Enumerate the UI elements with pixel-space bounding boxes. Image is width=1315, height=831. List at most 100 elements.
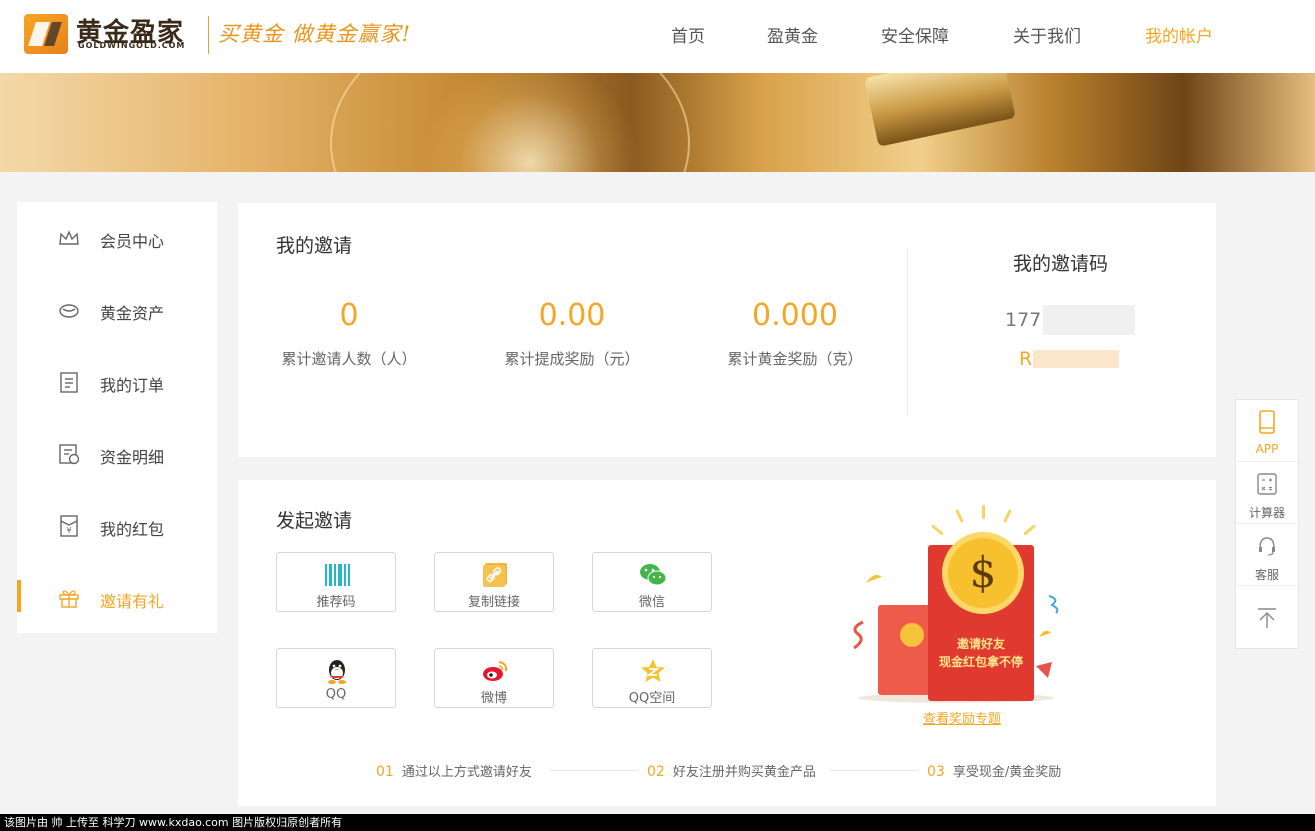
- sidebar-item-label: 我的订单: [100, 376, 165, 395]
- phone-icon: [1259, 410, 1275, 434]
- gold-ingot-icon: [59, 304, 79, 318]
- sidebar-item-label: 会员中心: [100, 232, 165, 251]
- stat-commission-label: 累计提成奖励（元）: [504, 350, 640, 368]
- start-invite-card: 发起邀请 推荐码 复制链接 微信 QQ 微博 QQ空间 $ 邀请好友 现金红包拿…: [238, 480, 1216, 806]
- section-title: 我的邀请: [276, 235, 353, 257]
- invite-code-string: R: [1019, 348, 1033, 370]
- promo-line-2: 现金红包拿不停: [938, 655, 1023, 669]
- qq-share-button[interactable]: QQ: [276, 648, 396, 708]
- calculator-button[interactable]: 计算器: [1236, 462, 1298, 524]
- slogan: 买黄金 做黄金赢家!: [218, 22, 412, 46]
- gift-icon: [59, 590, 79, 608]
- app-download-button[interactable]: APP: [1236, 400, 1298, 462]
- account-sidebar: 会员中心 黄金资产 我的订单 资金明细 ¥ 我的红包 邀请有礼: [17, 202, 217, 633]
- share-label: 推荐码: [316, 595, 356, 610]
- view-rewards-link[interactable]: 查看奖励专题: [923, 708, 1001, 727]
- vertical-divider: [907, 248, 908, 416]
- banner-glow: [420, 73, 640, 172]
- qzone-icon: [641, 659, 665, 682]
- image-watermark: 该图片由 帅 上传至 科学刀 www.kxdao.com 图片版权归原创者所有: [0, 814, 1315, 831]
- headset-icon: [1259, 537, 1275, 556]
- ribbon-icon: [853, 620, 864, 650]
- stat-gold-reward-value: 0.000: [752, 298, 838, 333]
- customer-service-button[interactable]: 客服: [1236, 524, 1298, 586]
- step-connector: [830, 770, 918, 771]
- sidebar-item-label: 黄金资产: [100, 304, 165, 323]
- back-to-top-button[interactable]: [1236, 586, 1298, 648]
- step-number: 01: [376, 764, 394, 780]
- invite-code-number: 177: [1005, 309, 1042, 331]
- sidebar-item-fund-details[interactable]: 资金明细: [17, 418, 217, 490]
- coin-ray: [931, 524, 944, 536]
- copy-link-button[interactable]: 复制链接: [434, 552, 554, 612]
- step-number: 03: [927, 764, 945, 780]
- nav-security[interactable]: 安全保障: [881, 22, 949, 47]
- step-text: 享受现金/黄金奖励: [952, 765, 1062, 780]
- svg-text:¥: ¥: [66, 526, 71, 535]
- sidebar-item-member-center[interactable]: 会员中心: [17, 202, 217, 274]
- nav-home[interactable]: 首页: [671, 22, 705, 47]
- envelope-seal: [900, 623, 924, 647]
- tool-label: 计算器: [1248, 506, 1285, 520]
- order-list-icon: [60, 372, 78, 393]
- step-2: 02 好友注册并购买黄金产品: [647, 761, 816, 780]
- dollar-coin-icon: $: [942, 532, 1024, 614]
- confetti-icon: [1039, 630, 1051, 637]
- sidebar-item-gold-assets[interactable]: 黄金资产: [17, 274, 217, 346]
- step-number: 02: [647, 764, 665, 780]
- referral-code-button[interactable]: 推荐码: [276, 552, 396, 612]
- sidebar-item-my-orders[interactable]: 我的订单: [17, 346, 217, 418]
- stat-gold-reward-label: 累计黄金奖励（克）: [727, 350, 863, 368]
- share-label: QQ: [325, 687, 347, 702]
- qzone-share-button[interactable]: QQ空间: [592, 648, 712, 708]
- invite-code-title: 我的邀请码: [1013, 253, 1109, 275]
- nav-my-account[interactable]: 我的帐户: [1145, 22, 1213, 47]
- logo-divider: [208, 16, 209, 54]
- stat-commission-value: 0.00: [538, 298, 606, 333]
- stat-invite-count-value: 0: [339, 298, 359, 333]
- barcode-icon: [325, 564, 350, 586]
- logo-icon[interactable]: [24, 14, 68, 54]
- tool-label: 客服: [1254, 568, 1279, 582]
- link-icon: [483, 563, 507, 587]
- tool-label: APP: [1255, 442, 1279, 456]
- wechat-share-button[interactable]: 微信: [592, 552, 712, 612]
- fund-detail-icon: [59, 444, 80, 465]
- sidebar-item-label: 资金明细: [100, 448, 165, 467]
- stat-invite-count-label: 累计邀请人数（人）: [281, 350, 417, 368]
- coin-ray: [1003, 509, 1012, 523]
- wechat-icon: [640, 564, 667, 586]
- nav-about[interactable]: 关于我们: [1013, 22, 1081, 47]
- gold-bar-image: [864, 73, 1016, 147]
- sidebar-item-label: 邀请有礼: [100, 592, 165, 611]
- confetti-icon: [1048, 595, 1059, 614]
- nav-yinghuangjin[interactable]: 盈黄金: [767, 22, 818, 47]
- qq-icon: [328, 660, 346, 684]
- red-envelope-illustration: $ 邀请好友 现金红包拿不停: [838, 505, 1078, 735]
- weibo-icon: [483, 661, 508, 681]
- redaction-mask: [1033, 350, 1119, 368]
- step-3: 03 享受现金/黄金奖励: [927, 761, 1061, 780]
- calculator-icon: [1257, 473, 1277, 495]
- section-title: 发起邀请: [276, 510, 353, 532]
- promo-line-1: 邀请好友: [956, 637, 1005, 651]
- red-packet-icon: ¥: [60, 515, 78, 537]
- coin-ray: [1023, 524, 1036, 536]
- step-text: 好友注册并购买黄金产品: [672, 765, 816, 780]
- share-label: QQ空间: [628, 691, 676, 706]
- step-text: 通过以上方式邀请好友: [401, 765, 532, 780]
- redaction-mask: [1043, 305, 1135, 335]
- sidebar-item-my-red-packets[interactable]: ¥ 我的红包: [17, 490, 217, 562]
- hero-banner: [0, 73, 1315, 172]
- share-label: 微信: [638, 595, 665, 610]
- confetti-icon: [1036, 662, 1052, 678]
- my-invite-card: 我的邀请 0 累计邀请人数（人） 0.00 累计提成奖励（元） 0.000 累计…: [238, 203, 1216, 457]
- weibo-share-button[interactable]: 微博: [434, 648, 554, 708]
- sidebar-item-invite-gift[interactable]: 邀请有礼: [17, 562, 217, 634]
- back-to-top-icon: [1258, 608, 1276, 628]
- top-header: 黄金盈家 GOLDWINGOLD.COM 买黄金 做黄金赢家! 首页 盈黄金 安…: [0, 0, 1315, 73]
- dollar-sign-icon: $: [969, 548, 997, 597]
- crown-icon: [59, 230, 79, 245]
- coin-ray: [982, 505, 985, 519]
- coin-ray: [955, 509, 964, 523]
